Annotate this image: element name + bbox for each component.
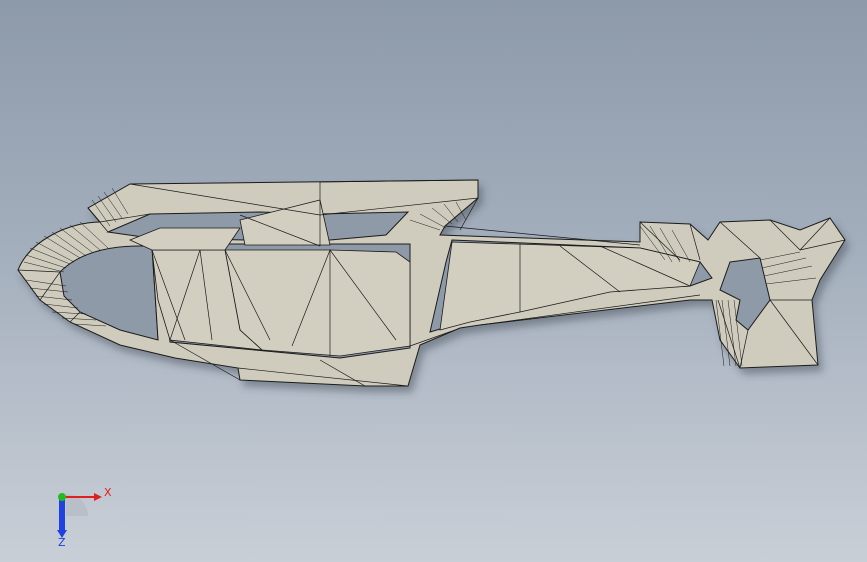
graphics-viewport[interactable]: X Z	[0, 0, 867, 562]
z-axis-arrow	[57, 497, 67, 538]
mesh-model[interactable]	[0, 0, 867, 562]
coordinate-triad: X Z	[57, 486, 112, 549]
z-axis-label: Z	[58, 536, 66, 549]
x-axis-label: X	[104, 486, 112, 499]
y-axis-dot	[58, 493, 66, 501]
mesh-body	[17, 179, 846, 387]
